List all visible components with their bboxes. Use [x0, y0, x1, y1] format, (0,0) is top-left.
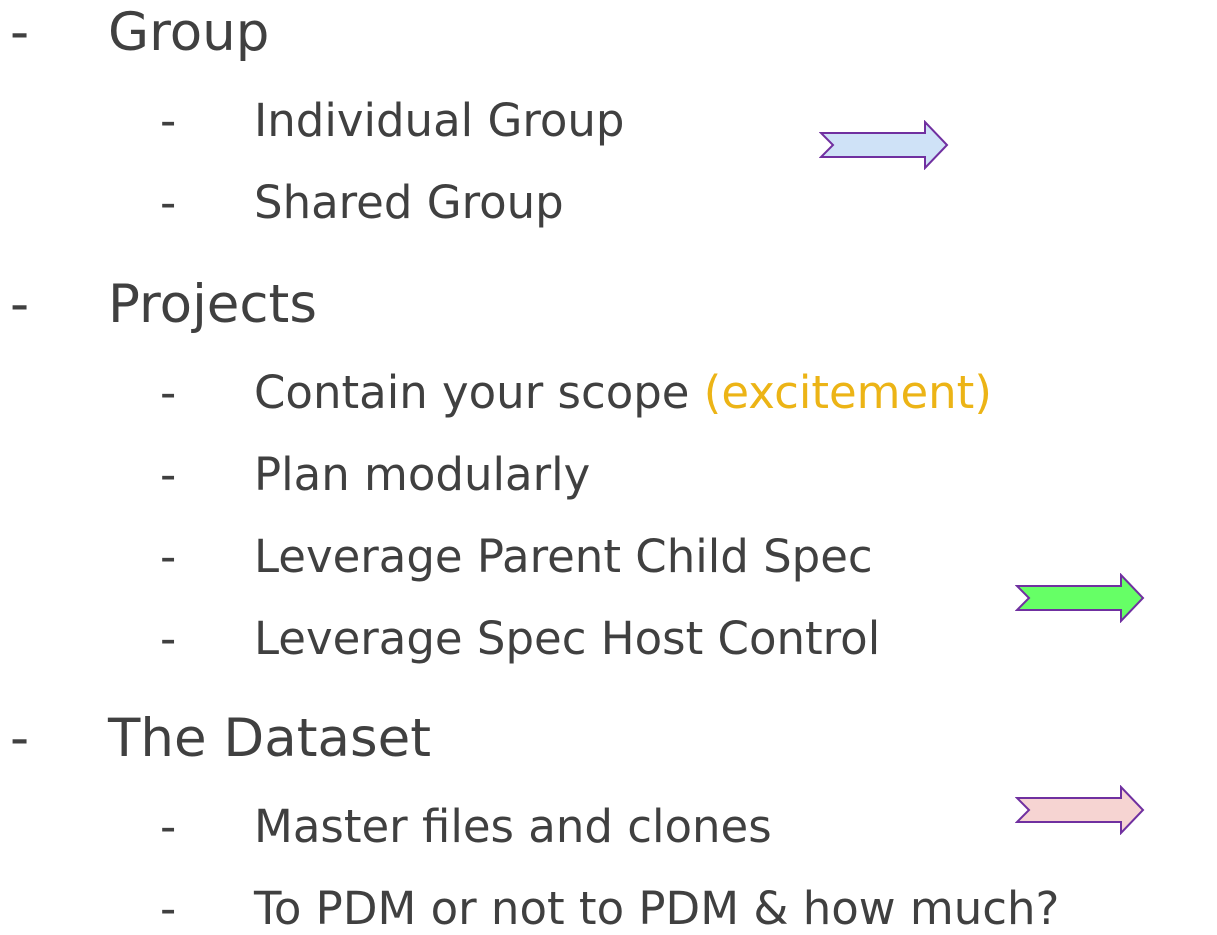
bullet-dash: - [160, 448, 177, 501]
bullet-dash: - [160, 882, 177, 935]
bullet-dash: - [10, 274, 30, 335]
highlight-text: (excitement) [703, 366, 992, 419]
list-item-text: Contain your scope [254, 366, 704, 419]
bullet-dash: - [10, 708, 30, 769]
section-title: Projects [108, 274, 317, 335]
bullet-dash: - [160, 366, 177, 419]
right-arrow-icon [1015, 785, 1145, 835]
list-item-text: Individual Group [254, 94, 625, 147]
list-item-text: To PDM or not to PDM & how much? [254, 882, 1060, 935]
list-item-text: Plan modularly [254, 448, 591, 501]
section-title: Group [108, 2, 270, 63]
list-item-text: Master files and clones [254, 800, 772, 853]
list-item-text: Shared Group [254, 176, 564, 229]
bullet-dash: - [160, 800, 177, 853]
right-arrow-icon [819, 120, 949, 170]
list-item-text: Leverage Parent Child Spec [254, 530, 873, 583]
right-arrow-icon [1015, 573, 1145, 623]
bullet-dash: - [160, 176, 177, 229]
list-item-text: Leverage Spec Host Control [254, 612, 881, 665]
bullet-dash: - [160, 94, 177, 147]
bullet-dash: - [10, 2, 30, 63]
bullet-dash: - [160, 530, 177, 583]
list-item-text-wrapper: Contain your scope (excitement) [254, 370, 992, 415]
section-title: The Dataset [108, 708, 431, 769]
bullet-dash: - [160, 612, 177, 665]
